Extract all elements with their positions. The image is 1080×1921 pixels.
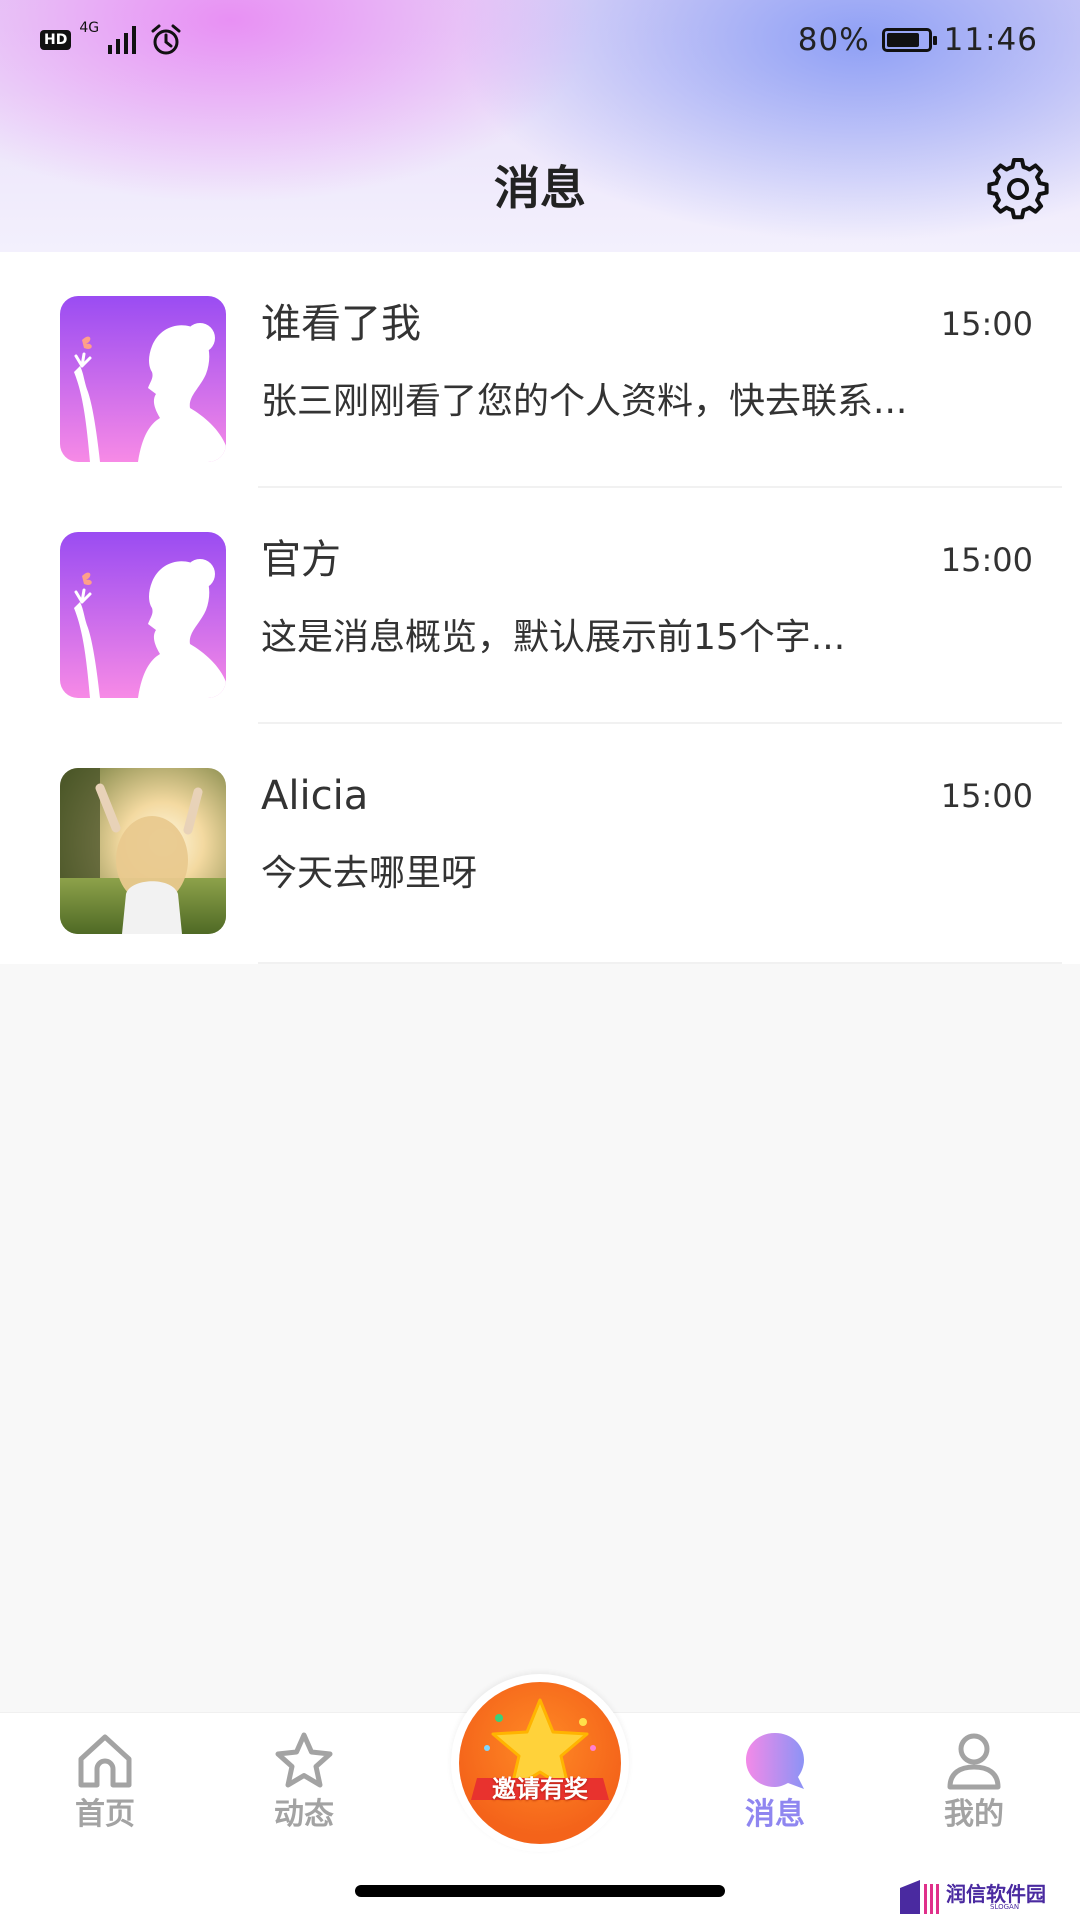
tab-messages-label: 消息 <box>745 1797 805 1832</box>
message-title: 官方 <box>261 537 341 583</box>
list-item[interactable]: 谁看了我 15:00 张三刚刚看了您的个人资料，快去联系... <box>0 252 1080 488</box>
message-time: 15:00 <box>940 305 1033 343</box>
battery-percent: 80% <box>797 22 870 58</box>
star-icon <box>275 1732 333 1788</box>
invite-label: 邀请有奖 <box>492 1775 588 1803</box>
tab-home-label: 首页 <box>75 1797 135 1832</box>
message-preview: 今天去哪里呀 <box>261 853 478 894</box>
message-preview: 这是消息概览，默认展示前15个字... <box>261 617 846 658</box>
list-item[interactable]: 官方 15:00 这是消息概览，默认展示前15个字... <box>0 488 1080 724</box>
user-icon <box>947 1733 1001 1790</box>
message-time: 15:00 <box>940 777 1033 815</box>
alarm-icon <box>151 24 181 55</box>
signal-icon <box>108 26 137 54</box>
watermark-icon <box>900 1880 939 1914</box>
tab-moments-label: 动态 <box>274 1797 334 1832</box>
watermark-sub: SLOGAN <box>990 1903 1020 1911</box>
tab-mine[interactable]: 我的 <box>904 1731 1044 1851</box>
status-right: 80% 11:46 <box>798 20 1038 60</box>
divider <box>258 962 1062 964</box>
page-title: 消息 <box>494 161 586 215</box>
status-left: HD 4G <box>40 20 183 58</box>
message-time: 15:00 <box>940 541 1033 579</box>
app-logo-avatar <box>60 532 226 698</box>
clock: 11:46 <box>943 22 1038 58</box>
chat-bubble-icon <box>746 1733 804 1789</box>
tab-home[interactable]: 首页 <box>35 1731 175 1851</box>
user-photo-avatar <box>60 768 226 934</box>
home-indicator[interactable] <box>355 1885 725 1897</box>
status-bar: HD 4G 80% 11:46 <box>0 0 1080 80</box>
network-type: 4G <box>79 20 100 36</box>
list-item[interactable]: Alicia 15:00 今天去哪里呀 <box>0 724 1080 964</box>
gear-icon[interactable] <box>985 156 1051 222</box>
battery-fill <box>886 33 919 47</box>
invite-badge: 邀请有奖 <box>459 1682 621 1844</box>
tab-moments[interactable]: 动态 <box>234 1731 374 1851</box>
home-icon <box>78 1734 132 1788</box>
header: HD 4G 80% 11:46 消息 <box>0 0 1080 252</box>
message-preview: 张三刚刚看了您的个人资料，快去联系... <box>261 381 908 422</box>
invite-button[interactable]: 邀请有奖 <box>451 1674 629 1852</box>
app-logo-avatar <box>60 296 226 462</box>
star-badge-icon <box>471 1698 609 1800</box>
tab-mine-label: 我的 <box>944 1797 1004 1832</box>
battery-icon <box>881 28 937 52</box>
message-list: 谁看了我 15:00 张三刚刚看了您的个人资料，快去联系... 官方 15:00… <box>0 252 1080 964</box>
hd-badge: HD <box>40 30 72 50</box>
message-title: Alicia <box>261 773 369 819</box>
tab-messages[interactable]: 消息 <box>705 1731 845 1851</box>
message-title: 谁看了我 <box>261 301 421 347</box>
